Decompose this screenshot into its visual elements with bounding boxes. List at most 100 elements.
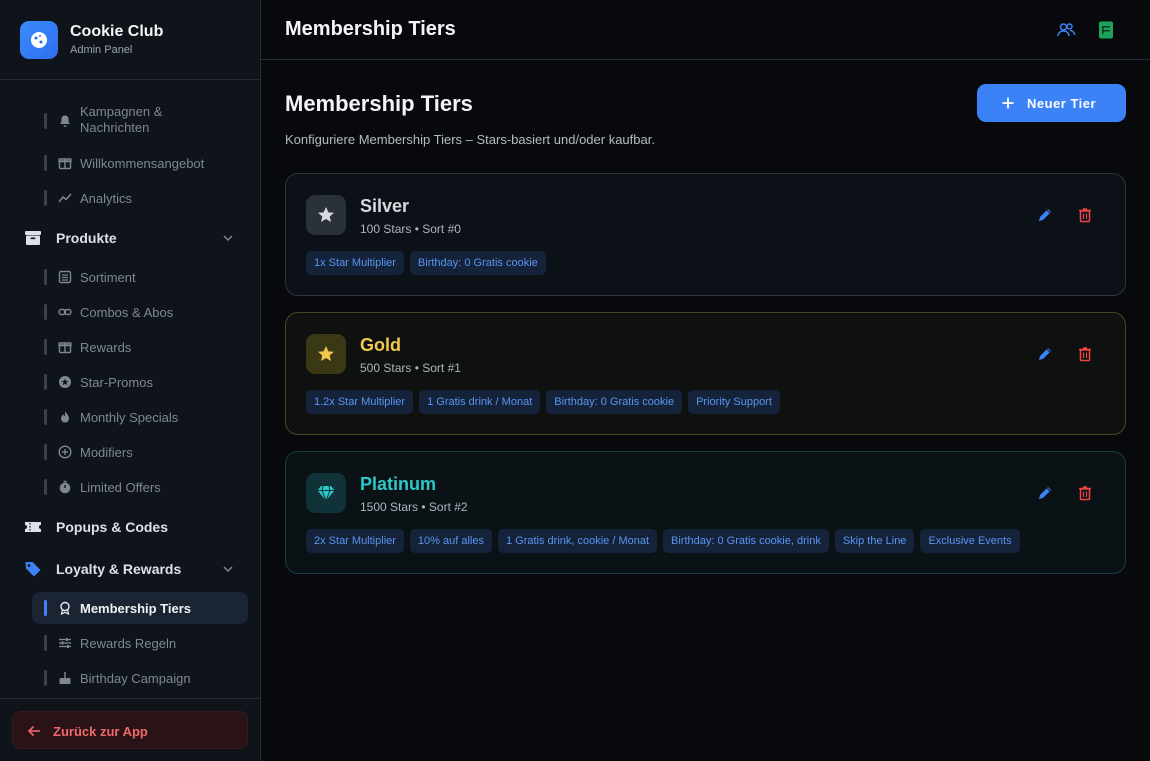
sidebar-item-modifiers[interactable]: Modifiers bbox=[32, 436, 248, 468]
sliders-icon bbox=[59, 638, 71, 648]
tier-tags: 1x Star Multiplier Birthday: 0 Gratis co… bbox=[306, 251, 546, 275]
sidebar-item-label: Modifiers bbox=[80, 445, 133, 460]
sidebar-item-label: Analytics bbox=[80, 191, 133, 206]
sidebar-item-birthday-campaign[interactable]: Birthday Campaign bbox=[32, 662, 248, 694]
back-to-app-label: Zurück zur App bbox=[53, 724, 148, 739]
cake-icon bbox=[59, 672, 71, 684]
tier-tags: 1.2x Star Multiplier 1 Gratis drink / Mo… bbox=[306, 390, 780, 414]
tag-icon bbox=[25, 562, 41, 577]
sidebar-group-label: Popups & Codes bbox=[56, 519, 169, 535]
plus-circle-icon bbox=[58, 445, 72, 459]
edit-icon[interactable] bbox=[1036, 484, 1054, 502]
gift-icon bbox=[58, 158, 72, 170]
sidebar-group-label: Loyalty & Rewards bbox=[56, 561, 182, 577]
sidebar-item-label: Rewards Regeln bbox=[80, 636, 177, 651]
cookie-logo-icon bbox=[20, 20, 58, 59]
tier-meta: 1500 Stars • Sort #2 bbox=[360, 500, 468, 514]
header-title: Membership Tiers bbox=[285, 18, 456, 40]
sidebar-item-label: Star-Promos bbox=[80, 375, 153, 390]
gift-icon bbox=[58, 342, 72, 354]
tier-name: Platinum bbox=[360, 474, 437, 494]
flame-icon bbox=[61, 411, 69, 423]
edit-icon[interactable] bbox=[1036, 345, 1054, 363]
bell-icon bbox=[60, 115, 70, 127]
chart-line-icon bbox=[58, 193, 72, 203]
back-to-app-button[interactable]: Zurück zur App bbox=[12, 711, 248, 749]
tier-tag: Skip the Line bbox=[834, 529, 915, 553]
sidebar-item-limited-offers[interactable]: Limited Offers bbox=[32, 471, 248, 503]
tier-tag: 1.2x Star Multiplier bbox=[306, 390, 414, 414]
sidebar-item-label: Rewards bbox=[80, 340, 132, 355]
new-tier-label: Neuer Tier bbox=[1027, 96, 1097, 111]
sidebar-item-rewards-regeln[interactable]: Rewards Regeln bbox=[32, 627, 248, 659]
award-icon bbox=[60, 601, 70, 615]
page-title: Membership Tiers bbox=[285, 91, 473, 116]
sidebar-item-analytics[interactable]: Analytics bbox=[32, 182, 248, 214]
sidebar-item-rewards[interactable]: Rewards bbox=[32, 331, 248, 363]
delete-icon[interactable] bbox=[1076, 484, 1094, 502]
chevron-down-icon bbox=[223, 566, 233, 573]
tier-tag: Birthday: 0 Gratis cookie, drink bbox=[663, 529, 829, 553]
arrow-left-icon bbox=[27, 725, 40, 737]
link-icon bbox=[58, 308, 72, 316]
list-icon bbox=[58, 270, 72, 284]
diamond-icon bbox=[306, 473, 346, 513]
delete-icon[interactable] bbox=[1076, 206, 1094, 224]
sidebar-item-sortiment[interactable]: Sortiment bbox=[32, 261, 248, 293]
sidebar-item-kampagnen[interactable]: Kampagnen & Nachrichten bbox=[32, 101, 248, 141]
plus-icon bbox=[1002, 97, 1014, 109]
archive-icon bbox=[25, 231, 41, 245]
tier-tags: 2x Star Multiplier 10% auf alles 1 Grati… bbox=[306, 529, 1020, 553]
tier-tag: 10% auf alles bbox=[409, 529, 492, 553]
sidebar-item-label: Combos & Abos bbox=[80, 305, 174, 320]
tier-tag: 2x Star Multiplier bbox=[306, 529, 404, 553]
star-circle-icon bbox=[59, 376, 71, 388]
sidebar-item-label: Membership Tiers bbox=[80, 601, 192, 616]
sidebar-divider bbox=[0, 698, 260, 699]
delete-icon[interactable] bbox=[1076, 345, 1094, 363]
sidebar-group-label: Produkte bbox=[56, 230, 117, 246]
new-tier-button[interactable]: Neuer Tier bbox=[977, 84, 1126, 122]
star-icon bbox=[306, 195, 346, 235]
sidebar-item-label: Limited Offers bbox=[80, 480, 161, 495]
brand-title: Cookie Club bbox=[70, 23, 164, 40]
sheet-icon[interactable] bbox=[1096, 20, 1116, 40]
sidebar-item-label: Willkommensangebot bbox=[80, 156, 205, 171]
users-icon[interactable] bbox=[1056, 20, 1076, 40]
sidebar-item-label: Nachrichten bbox=[80, 120, 150, 135]
tier-card-gold: Gold 500 Stars • Sort #1 1.2x Star Multi… bbox=[285, 312, 1126, 435]
main-content: Membership Tiers Konfiguriere Membership… bbox=[261, 61, 1150, 761]
sidebar-nav: Kampagnen & Nachrichten Willkommensangebo… bbox=[0, 80, 260, 697]
sidebar-item-membership-tiers[interactable]: Membership Tiers bbox=[32, 592, 248, 624]
tier-tag: Birthday: 0 Gratis cookie bbox=[409, 251, 546, 275]
sidebar: Cookie Club Admin Panel Kampagnen & Nachr… bbox=[0, 0, 261, 761]
sidebar-item-combos[interactable]: Combos & Abos bbox=[32, 296, 248, 328]
tier-card-platinum: Platinum 1500 Stars • Sort #2 2x Star Mu… bbox=[285, 451, 1126, 574]
sidebar-item-label: Sortiment bbox=[80, 270, 136, 285]
sidebar-item-label: Birthday Campaign bbox=[80, 671, 191, 686]
sidebar-item-monthly-specials[interactable]: Monthly Specials bbox=[32, 401, 248, 433]
tier-tag: Exclusive Events bbox=[920, 529, 1020, 553]
tier-name: Silver bbox=[360, 196, 410, 216]
sidebar-item-willkommensangebot[interactable]: Willkommensangebot bbox=[32, 147, 248, 179]
page-description: Konfiguriere Membership Tiers – Stars-ba… bbox=[285, 132, 655, 147]
sidebar-item-label: Monthly Specials bbox=[80, 410, 179, 425]
tier-tag: 1x Star Multiplier bbox=[306, 251, 404, 275]
tier-tag: Birthday: 0 Gratis cookie bbox=[546, 390, 683, 414]
brand-subtitle: Admin Panel bbox=[70, 44, 133, 56]
sidebar-item-label: Kampagnen & bbox=[80, 104, 163, 119]
tier-tag: 1 Gratis drink, cookie / Monat bbox=[497, 529, 658, 553]
sidebar-group-popups[interactable]: Popups & Codes bbox=[12, 510, 248, 544]
tier-meta: 100 Stars • Sort #0 bbox=[360, 222, 461, 236]
sidebar-item-star-promos[interactable]: Star-Promos bbox=[32, 366, 248, 398]
tier-meta: 500 Stars • Sort #1 bbox=[360, 361, 461, 375]
sidebar-group-loyalty[interactable]: Loyalty & Rewards bbox=[12, 552, 248, 586]
ticket-icon bbox=[25, 522, 41, 532]
chevron-down-icon bbox=[223, 235, 233, 242]
tier-card-silver: Silver 100 Stars • Sort #0 1x Star Multi… bbox=[285, 173, 1126, 296]
tier-tag: Priority Support bbox=[688, 390, 780, 414]
brand: Cookie Club Admin Panel bbox=[0, 0, 260, 80]
tier-tag: 1 Gratis drink / Monat bbox=[419, 390, 541, 414]
edit-icon[interactable] bbox=[1036, 206, 1054, 224]
sidebar-group-produkte[interactable]: Produkte bbox=[12, 221, 248, 255]
